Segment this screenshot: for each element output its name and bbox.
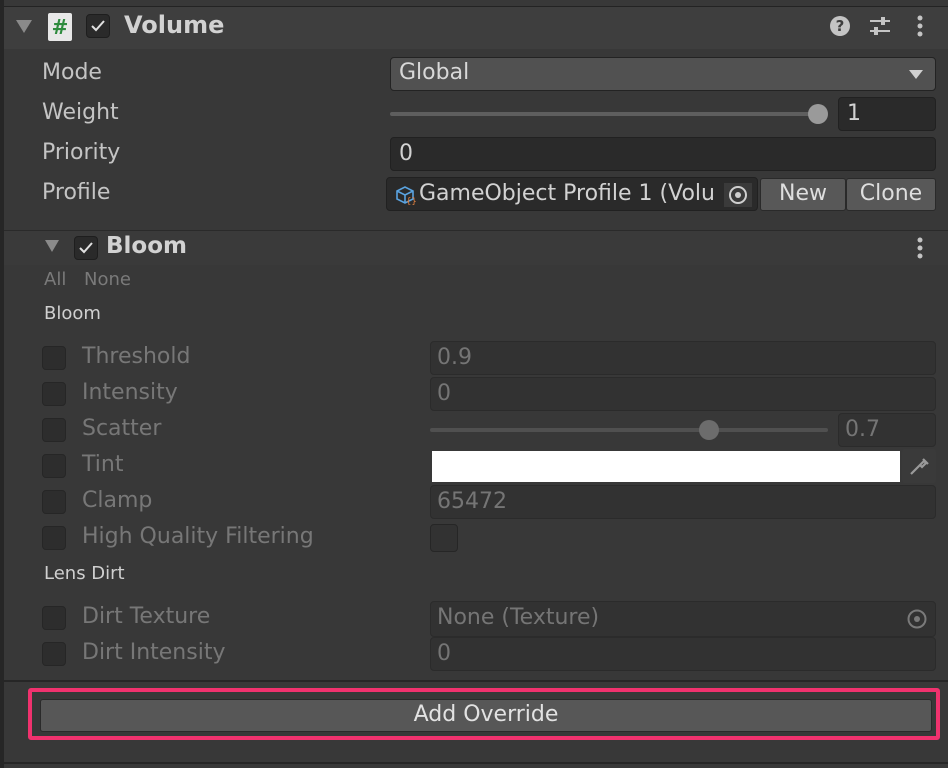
- bottom-divider: [4, 762, 948, 764]
- bloom-section-title: Bloom: [44, 303, 101, 324]
- profile-value: GameObject Profile 1 (Volu: [419, 181, 715, 206]
- weight-input[interactable]: 1: [838, 97, 936, 131]
- svg-text:{}: {}: [406, 197, 417, 205]
- intensity-override-checkbox[interactable]: [42, 382, 66, 406]
- scatter-label: Scatter: [82, 416, 162, 441]
- scatter-input[interactable]: 0.7: [838, 413, 936, 447]
- clamp-label: Clamp: [82, 488, 153, 513]
- mode-dropdown[interactable]: Global: [390, 57, 936, 91]
- hq-filtering-checkbox[interactable]: [430, 524, 458, 552]
- lens-dirt-section-title: Lens Dirt: [44, 563, 125, 584]
- weight-slider-thumb[interactable]: [808, 104, 828, 124]
- priority-input[interactable]: 0: [390, 137, 936, 171]
- mode-label: Mode: [42, 60, 102, 85]
- bloom-foldout-arrow[interactable]: [45, 240, 59, 252]
- hq-filtering-override-checkbox[interactable]: [42, 526, 66, 550]
- tint-color-swatch[interactable]: [432, 451, 900, 482]
- mode-value: Global: [399, 60, 470, 85]
- section-divider: [4, 680, 948, 682]
- volume-enabled-checkbox[interactable]: [86, 14, 110, 38]
- priority-label: Priority: [42, 140, 121, 165]
- volume-foldout-arrow[interactable]: [16, 20, 32, 33]
- dirt-intensity-input[interactable]: 0: [430, 637, 936, 671]
- dirt-texture-value: None (Texture): [437, 605, 600, 630]
- profile-clone-button[interactable]: Clone: [846, 178, 936, 211]
- object-picker-icon[interactable]: [724, 183, 752, 207]
- bloom-kebab-menu-icon[interactable]: [912, 236, 928, 260]
- hq-filtering-label: High Quality Filtering: [82, 524, 314, 549]
- chevron-down-icon: [909, 70, 923, 79]
- intensity-input[interactable]: 0: [430, 377, 936, 411]
- intensity-label: Intensity: [82, 380, 178, 405]
- profile-new-button[interactable]: New: [760, 178, 846, 211]
- tint-label: Tint: [82, 452, 124, 477]
- check-icon: [79, 242, 93, 254]
- dirt-texture-object-field[interactable]: None (Texture): [430, 601, 936, 637]
- all-toggle-link[interactable]: All: [44, 269, 66, 290]
- profile-object-field[interactable]: GameObject Profile 1 (Volu: [386, 177, 758, 211]
- dirt-texture-picker-icon[interactable]: [906, 608, 928, 630]
- kebab-menu-icon[interactable]: [912, 14, 928, 38]
- bloom-title: Bloom: [106, 233, 187, 259]
- threshold-label: Threshold: [82, 344, 191, 369]
- volume-profile-icon: {}: [395, 185, 417, 207]
- help-icon[interactable]: ?: [830, 16, 850, 36]
- volume-title: Volume: [124, 11, 225, 39]
- dirt-texture-label: Dirt Texture: [82, 604, 211, 629]
- eyedropper-icon[interactable]: [902, 449, 936, 483]
- tint-override-checkbox[interactable]: [42, 454, 66, 478]
- scatter-override-checkbox[interactable]: [42, 418, 66, 442]
- dirt-texture-override-checkbox[interactable]: [42, 606, 66, 630]
- script-hash-icon: #: [48, 13, 72, 41]
- bloom-enabled-checkbox[interactable]: [74, 236, 98, 260]
- left-edge: [0, 0, 4, 768]
- weight-slider-track[interactable]: [390, 112, 818, 116]
- check-icon: [91, 20, 105, 32]
- clamp-override-checkbox[interactable]: [42, 490, 66, 514]
- dirt-intensity-override-checkbox[interactable]: [42, 642, 66, 666]
- presets-sliders-icon[interactable]: [868, 15, 892, 37]
- weight-label: Weight: [42, 100, 119, 125]
- clamp-input[interactable]: 65472: [430, 485, 936, 519]
- threshold-override-checkbox[interactable]: [42, 346, 66, 370]
- threshold-input[interactable]: 0.9: [430, 341, 936, 375]
- add-override-button[interactable]: Add Override: [40, 699, 932, 732]
- dirt-intensity-label: Dirt Intensity: [82, 640, 226, 665]
- scatter-slider-track[interactable]: [430, 428, 828, 432]
- profile-label: Profile: [42, 180, 111, 205]
- scatter-slider-thumb[interactable]: [698, 420, 719, 440]
- none-toggle-link[interactable]: None: [84, 269, 131, 290]
